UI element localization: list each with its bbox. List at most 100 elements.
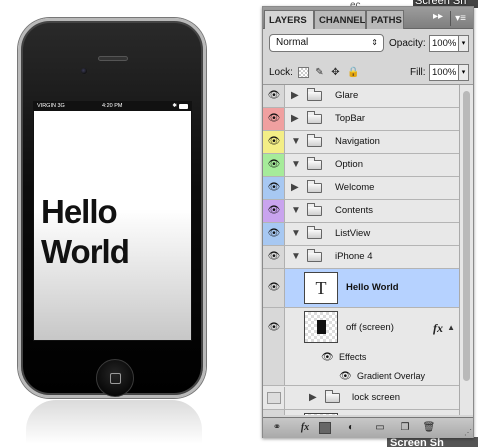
fill-field[interactable]: 100%	[429, 64, 459, 81]
bluetooth-icon: ✱	[172, 103, 177, 109]
visibility-eye-icon[interactable]: 👁	[267, 283, 281, 293]
collapse-triangle-icon[interactable]: ▼	[291, 205, 301, 216]
layer-name: TopBar	[335, 113, 366, 124]
visibility-eye-icon[interactable]: 👁	[267, 160, 281, 170]
layer-name: Contents	[335, 205, 374, 216]
resize-grip-icon[interactable]: ⋰	[464, 428, 472, 437]
layer-name: Glare	[335, 90, 359, 101]
link-layers-icon[interactable]: ⚭	[269, 421, 285, 435]
layer-hello-world-text[interactable]: 👁 T Hello World	[263, 269, 459, 308]
layer-name: lock screen	[352, 392, 401, 403]
screenshot-root: ec Screen Sh Screen Sh VIRGIN 3G 4:20 PM…	[0, 0, 478, 447]
hidden-visibility-box[interactable]	[267, 392, 281, 404]
visibility-eye-icon[interactable]: 👁	[267, 91, 281, 101]
layer-thumbnail	[304, 413, 338, 415]
effects-row[interactable]: 👁 Effects	[263, 348, 459, 367]
layer-name: off (screen)	[346, 322, 394, 333]
add-mask-icon[interactable]	[319, 422, 331, 434]
layer-name: Navigation	[335, 136, 380, 147]
lock-brush-icon[interactable]: ✎	[314, 67, 325, 78]
layer-group-contents[interactable]: 👁 ▼ Contents	[263, 200, 459, 223]
eye-column	[263, 367, 285, 385]
folder-icon	[307, 203, 322, 216]
collapse-triangle-icon[interactable]: ▼	[291, 228, 301, 239]
layer-off-screen[interactable]: 👁 off (screen) fx ▲	[263, 308, 459, 348]
earpiece-speaker	[98, 56, 128, 61]
blend-mode-select[interactable]: Normal ⇕	[269, 34, 384, 52]
desktop-file-label-bottom[interactable]: Screen Sh	[387, 437, 478, 447]
effects-collapse-icon[interactable]: ▲	[447, 323, 455, 332]
layer-group-topbar[interactable]: 👁 ▶ TopBar	[263, 108, 459, 131]
panel-menu-icon[interactable]: ▾≡	[450, 11, 470, 26]
folder-icon	[307, 249, 322, 262]
layer-group-iphone4[interactable]: 👁 ▼ iPhone 4	[263, 246, 459, 269]
adjustment-layer-icon[interactable]: ◐	[343, 421, 359, 435]
collapse-triangle-icon[interactable]: ▼	[291, 159, 301, 170]
folder-icon	[307, 226, 322, 239]
lock-move-icon[interactable]: ✥	[330, 67, 341, 78]
visibility-eye-icon[interactable]: 👁	[267, 206, 281, 216]
tab-channels[interactable]: CHANNELS	[314, 10, 366, 29]
fx-icon[interactable]: fx	[433, 321, 443, 336]
new-group-icon[interactable]: ▭	[372, 421, 388, 435]
visibility-eye-icon[interactable]: 👁	[267, 114, 281, 124]
tab-paths[interactable]: PATHS	[366, 10, 404, 29]
blend-opacity-row: Normal ⇕ Opacity: 100% ▾	[263, 31, 473, 57]
carrier-label: VIRGIN 3G	[37, 103, 65, 109]
layer-partial[interactable]	[263, 410, 459, 415]
scrollbar-thumb[interactable]	[463, 91, 470, 381]
gradient-overlay-row[interactable]: 👁 Gradient Overlay	[263, 367, 459, 386]
hello-world-text: Hello World	[41, 192, 181, 272]
opacity-dropdown-icon[interactable]: ▾	[459, 35, 469, 52]
expand-triangle-icon[interactable]: ▶	[291, 182, 299, 193]
home-button	[96, 359, 134, 397]
effects-eye-icon[interactable]: 👁	[321, 352, 334, 363]
layer-group-lock-screen[interactable]: ▶ lock screen	[263, 387, 459, 410]
layer-group-option[interactable]: 👁 ▼ Option	[263, 154, 459, 177]
fill-dropdown-icon[interactable]: ▾	[459, 64, 469, 81]
layer-name: Hello World	[346, 282, 399, 293]
layer-group-listview[interactable]: 👁 ▼ ListView	[263, 223, 459, 246]
lock-label: Lock:	[269, 67, 293, 78]
eye-column	[263, 410, 285, 415]
layers-panel: LAYERS CHANNELS PATHS ▸▸ ▾≡ Normal ⇕ Opa…	[262, 6, 474, 438]
new-layer-icon[interactable]: ❐	[397, 421, 413, 435]
layer-group-navigation[interactable]: 👁 ▼ Navigation	[263, 131, 459, 154]
delete-layer-icon[interactable]: 🗑	[421, 421, 437, 435]
opacity-field[interactable]: 100%	[429, 35, 459, 52]
phone-status-bar: VIRGIN 3G 4:20 PM ✱	[34, 102, 191, 111]
status-time: 4:20 PM	[102, 103, 123, 109]
collapse-triangle-icon[interactable]: ▼	[291, 136, 301, 147]
visibility-eye-icon[interactable]: 👁	[267, 137, 281, 147]
layer-group-glare[interactable]: 👁 ▶ Glare	[263, 85, 459, 108]
visibility-eye-icon[interactable]: 👁	[267, 323, 281, 333]
collapse-panel-icon[interactable]: ▸▸	[433, 11, 443, 22]
layer-group-welcome[interactable]: 👁 ▶ Welcome	[263, 177, 459, 200]
layer-name: ListView	[335, 228, 371, 239]
visibility-eye-icon[interactable]: 👁	[267, 252, 281, 262]
blend-mode-value: Normal	[276, 37, 309, 48]
add-style-icon[interactable]: fx	[297, 421, 313, 435]
expand-triangle-icon[interactable]: ▶	[309, 392, 317, 403]
expand-triangle-icon[interactable]: ▶	[291, 113, 299, 124]
layers-scrollbar[interactable]	[459, 85, 473, 415]
visibility-eye-icon[interactable]: 👁	[267, 229, 281, 239]
gradient-eye-icon[interactable]: 👁	[339, 371, 352, 382]
opacity-label: Opacity:	[389, 38, 426, 49]
layers-list: 👁 ▶ Glare 👁 ▶ TopBar 👁 ▼ Navigation 👁 ▼ …	[263, 85, 459, 415]
folder-icon	[307, 180, 322, 193]
expand-triangle-icon[interactable]: ▶	[291, 90, 299, 101]
phone-screen: VIRGIN 3G 4:20 PM ✱ Hello World	[33, 101, 192, 341]
lock-transparency-icon[interactable]	[298, 67, 309, 78]
fill-label: Fill:	[410, 67, 426, 78]
layer-name: Option	[335, 159, 363, 170]
panel-tab-bar: LAYERS CHANNELS PATHS ▸▸ ▾≡	[263, 7, 473, 29]
lock-all-icon[interactable]: 🔒	[347, 67, 359, 78]
visibility-eye-icon[interactable]: 👁	[267, 183, 281, 193]
folder-icon	[307, 111, 322, 124]
layer-thumbnail	[304, 311, 338, 343]
collapse-triangle-icon[interactable]: ▼	[291, 251, 301, 262]
home-square-icon	[110, 373, 121, 384]
tab-layers[interactable]: LAYERS	[264, 10, 314, 29]
text-layer-thumbnail: T	[304, 272, 338, 304]
